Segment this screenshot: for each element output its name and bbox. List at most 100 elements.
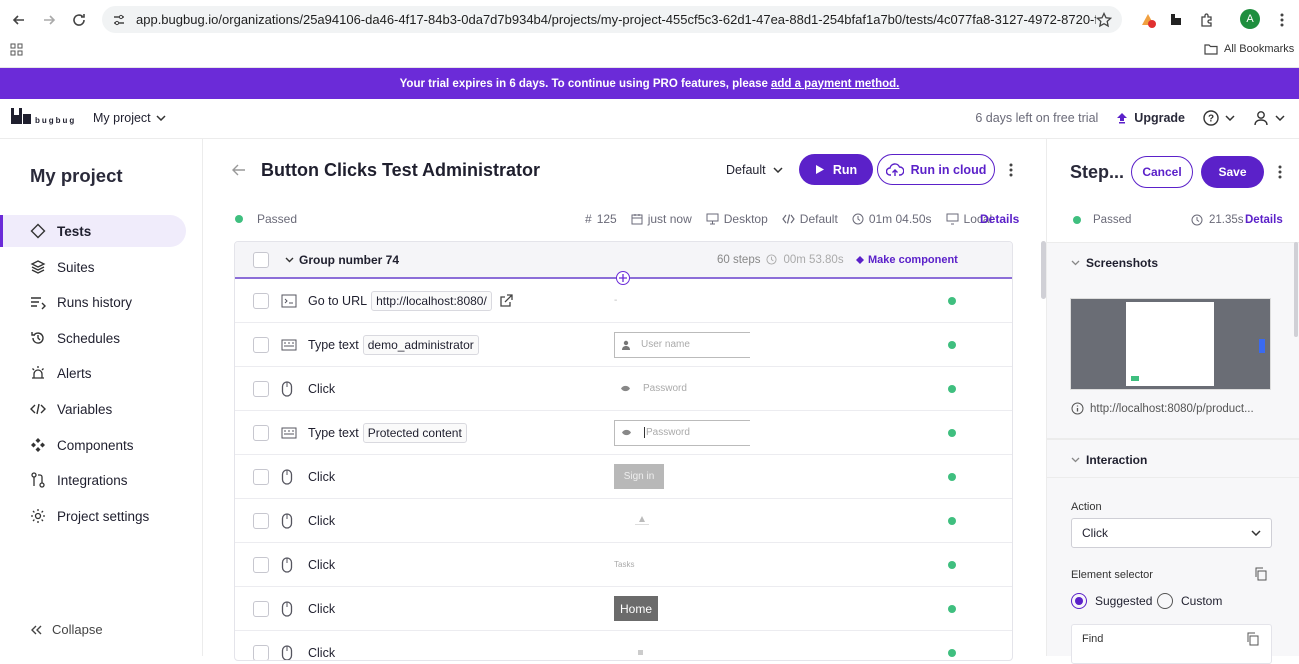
address-bar[interactable]: app.bugbug.io/organizations/25a94106-da4… [102,6,1122,33]
step-row[interactable]: Click Tasks [235,543,1012,587]
save-button[interactable]: Save [1201,156,1264,188]
chevron-down-icon [1275,115,1285,121]
sidebar-item-alerts[interactable]: Alerts [0,357,186,389]
project-selector[interactable]: My project [93,111,166,125]
suggested-radio[interactable]: Suggested [1071,593,1152,609]
bugbug-extension-icon[interactable] [1165,9,1187,31]
clock-icon [766,254,778,265]
run-details-link[interactable]: Details [980,212,1019,226]
test-title[interactable]: Button Clicks Test Administrator [261,160,540,181]
sidebar-item-runs-history[interactable]: Runs history [0,286,186,318]
chevron-down-icon [1251,530,1261,536]
logo-text: bugbug [35,116,77,125]
sidebar-item-schedules[interactable]: Schedules [0,322,186,354]
suggested-radio-input[interactable] [1071,593,1087,609]
more-vert-icon[interactable] [1271,9,1293,31]
profile-avatar[interactable]: A [1240,9,1260,29]
step-row[interactable]: Click Home [235,587,1012,631]
apps-grid-icon[interactable] [10,43,23,56]
project-selector-label: My project [93,111,151,125]
site-info-icon[interactable] [112,13,126,27]
step-row[interactable]: Type text Protected content Password [235,411,1012,455]
step-row[interactable]: Type text demo_administrator User name [235,323,1012,367]
step-checkbox[interactable] [253,424,269,441]
sidebar-item-suites[interactable]: Suites [0,251,186,283]
group-toggle[interactable]: Group number 74 [285,253,399,267]
custom-radio-label: Custom [1181,594,1223,608]
bugbug-logo[interactable]: bugbug [10,107,76,125]
screenshots-section: Screenshots http://localhost:8080/p/prod… [1047,242,1299,439]
group-checkbox[interactable] [253,251,269,268]
external-link-icon[interactable] [499,293,513,308]
upgrade-label: Upgrade [1134,111,1185,125]
mouse-icon [281,644,293,660]
all-bookmarks[interactable]: All Bookmarks [1204,43,1294,55]
cancel-button[interactable]: Cancel [1131,156,1193,188]
step-checkbox[interactable] [253,380,269,397]
step-checkbox[interactable] [253,468,269,485]
copy-icon[interactable] [1246,632,1259,646]
more-vert-icon[interactable] [1278,165,1282,179]
run-meta: #125 just now Desktop Default 01m 04.50s… [585,212,992,226]
url-text: app.bugbug.io/organizations/25a94106-da4… [136,12,1096,27]
step-row[interactable]: Click [235,631,1012,660]
chevron-down-icon [285,257,294,262]
star-icon[interactable] [1096,11,1112,28]
step-checkbox[interactable] [253,336,269,353]
screenshots-toggle[interactable]: Screenshots [1071,256,1158,270]
back-icon[interactable] [8,9,30,31]
step-label: Click [308,646,335,660]
reload-icon[interactable] [68,9,90,31]
custom-radio[interactable]: Custom [1157,593,1222,609]
sidebar-item-label: Schedules [57,330,121,346]
payment-method-link[interactable]: add a payment method. [771,78,899,90]
step-details-link[interactable]: Details [1245,214,1283,226]
step-type: Click [308,513,336,528]
sidebar-item-integrations[interactable]: Integrations [0,464,186,496]
collapse-sidebar-button[interactable]: Collapse [30,622,103,637]
step-row[interactable]: Click Sign in [235,455,1012,499]
extension-icon[interactable] [1137,9,1159,31]
step-row[interactable]: Click Password [235,367,1012,411]
make-component-label: Make component [868,253,958,266]
make-component-button[interactable]: Make component [856,254,958,266]
step-screenshot[interactable] [1070,298,1271,390]
profile-selector[interactable]: Default [726,163,783,177]
copy-icon[interactable] [1254,567,1267,581]
step-duration-value: 21.35s [1209,214,1244,226]
custom-radio-input[interactable] [1157,593,1173,609]
run-button[interactable]: Run [799,154,873,185]
help-menu[interactable]: ? [1203,110,1235,126]
upgrade-button[interactable]: Upgrade [1116,111,1185,125]
step-checkbox[interactable] [253,644,269,660]
user-menu[interactable] [1253,110,1285,126]
hash-icon: # [585,212,592,226]
forward-icon[interactable] [38,9,60,31]
step-checkbox[interactable] [253,556,269,573]
find-selector-box[interactable]: Find [1071,624,1272,664]
step-checkbox[interactable] [253,292,269,309]
sidebar-item-components[interactable]: Components [0,429,186,461]
step-row[interactable]: Go to URL http://localhost:8080/ - [235,279,1012,323]
trial-banner-text: Your trial expires in 6 days. To continu… [399,77,768,90]
step-checkbox[interactable] [253,600,269,617]
step-status: Passed [1073,214,1131,226]
more-vert-icon[interactable] [1009,163,1013,177]
sidebar-item-project-settings[interactable]: Project settings [0,500,186,532]
back-arrow-icon[interactable] [232,164,246,176]
run-in-cloud-button[interactable]: Run in cloud [877,154,995,185]
step-checkbox[interactable] [253,512,269,529]
layers-icon [30,260,46,274]
action-select[interactable]: Click [1071,518,1272,548]
sidebar-item-tests[interactable]: Tests [0,215,186,247]
group-header: Group number 74 60 steps 00m 53.80s Make… [235,242,1012,285]
step-type: Click [308,557,336,572]
help-icon: ? [1203,110,1219,126]
step-preview-password-field: Password [614,383,687,394]
panel-scrollbar[interactable] [1294,242,1298,337]
puzzle-icon[interactable] [1196,9,1218,31]
step-row[interactable]: Click [235,499,1012,543]
code-icon [782,214,795,224]
interaction-toggle[interactable]: Interaction [1071,453,1147,467]
sidebar-item-variables[interactable]: Variables [0,393,186,425]
